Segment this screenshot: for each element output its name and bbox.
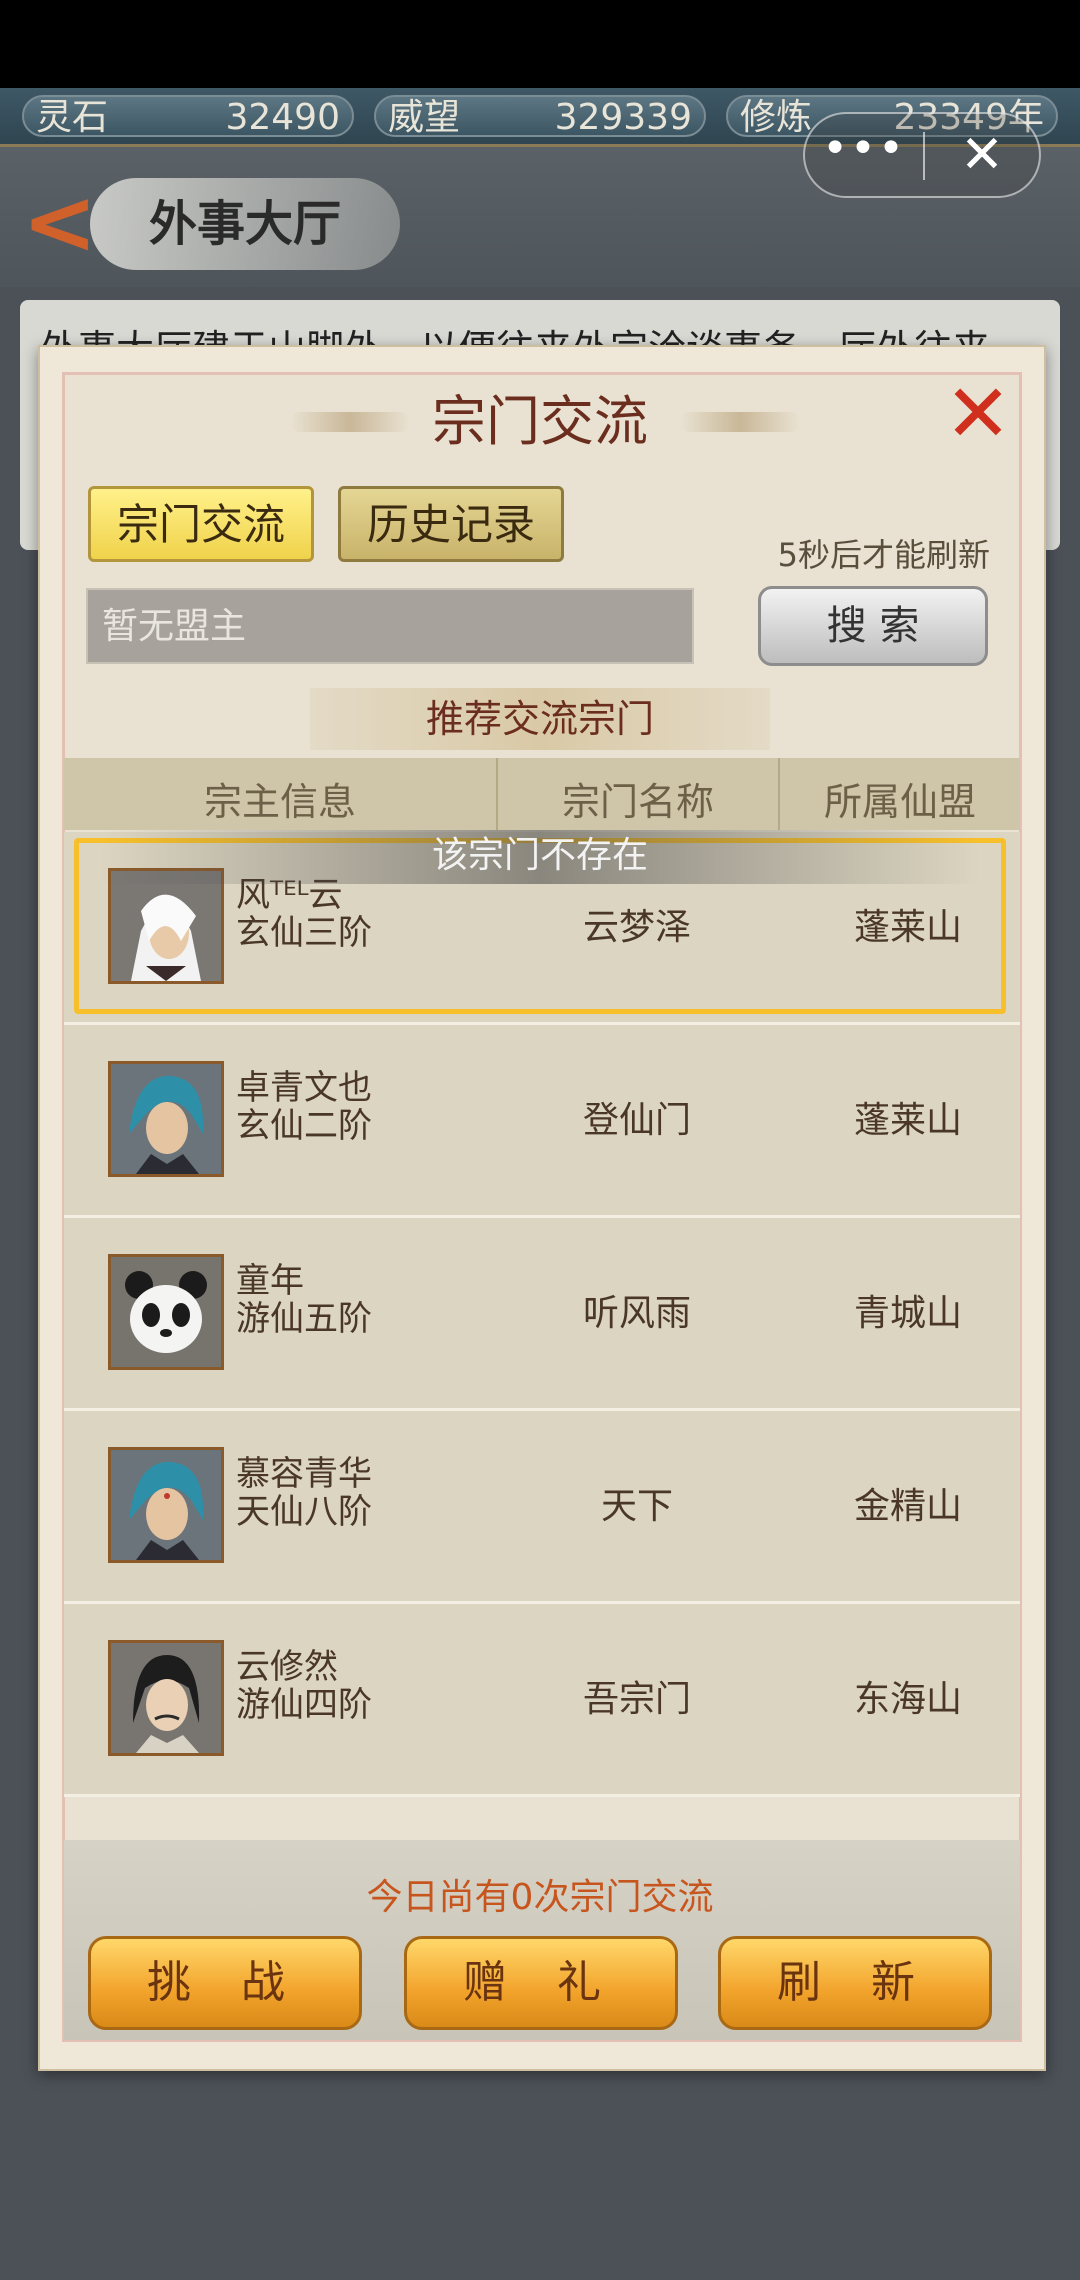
- sect-name: 听风雨: [582, 1293, 691, 1334]
- leader-name: 童年: [236, 1261, 304, 1301]
- leader-rank: 游仙四阶: [236, 1685, 372, 1725]
- sect-name: 天下: [600, 1486, 673, 1527]
- more-icon[interactable]: •••: [805, 114, 923, 196]
- leader-rank: 天仙八阶: [236, 1492, 372, 1532]
- blue-hair-avatar: [108, 1061, 224, 1177]
- dialog-close-icon[interactable]: ✕: [938, 374, 1018, 454]
- resource-prestige: 威望 329339: [374, 95, 706, 138]
- column-header-leader: 宗主信息: [203, 780, 356, 824]
- search-button[interactable]: 搜 索: [758, 586, 988, 666]
- refresh-button[interactable]: 刷 新: [718, 1936, 992, 2030]
- leader-name: 云修然: [236, 1647, 338, 1687]
- column-header-sect: 宗门名称: [561, 780, 714, 824]
- resource-label: 修炼: [740, 97, 813, 138]
- resource-value: 32490: [225, 97, 340, 138]
- leader-name: 卓青文也: [236, 1068, 372, 1108]
- dialog-title: 宗门交流: [432, 390, 648, 453]
- table-row[interactable]: 卓青文也 玄仙二阶 登仙门 蓬莱山: [64, 1025, 1020, 1218]
- resource-label: 威望: [388, 97, 461, 138]
- alliance-name: 蓬莱山: [853, 1100, 962, 1141]
- resource-value: 329339: [554, 97, 692, 138]
- daily-exchange-count: 今日尚有0次宗门交流: [366, 1877, 714, 1918]
- toast-message: 该宗门不存在: [100, 830, 980, 884]
- column-header-alliance: 所属仙盟: [823, 780, 976, 824]
- panda-avatar: [108, 1254, 224, 1370]
- alliance-name: 青城山: [853, 1293, 962, 1334]
- table-row[interactable]: 慕容青华 天仙八阶 天下 金精山: [64, 1411, 1020, 1604]
- alliance-name: 金精山: [853, 1486, 962, 1527]
- black-hair-avatar: [108, 1640, 224, 1756]
- sect-name: 吾宗门: [582, 1679, 691, 1720]
- sect-name: 登仙门: [582, 1100, 691, 1141]
- leader-rank: 游仙五阶: [236, 1299, 372, 1339]
- recommend-heading: 推荐交流宗门: [310, 688, 770, 750]
- resource-label: 灵石: [36, 97, 109, 138]
- leader-name: 慕容青华: [236, 1454, 372, 1494]
- alliance-name: 东海山: [853, 1679, 962, 1720]
- table-row[interactable]: 童年 游仙五阶 听风雨 青城山: [64, 1218, 1020, 1411]
- back-arrow-icon[interactable]: <: [22, 178, 97, 268]
- leader-rank: 玄仙二阶: [236, 1106, 372, 1146]
- challenge-button[interactable]: 挑 战: [88, 1936, 362, 2030]
- blue-hair-avatar: [108, 1447, 224, 1563]
- status-bar: [0, 0, 1080, 88]
- close-icon[interactable]: ✕: [925, 114, 1039, 196]
- resource-spirit-stone: 灵石 32490: [22, 95, 354, 138]
- refresh-hint: 5秒后才能刷新: [777, 536, 990, 574]
- table-row[interactable]: 云修然 游仙四阶 吾宗门 东海山: [64, 1604, 1020, 1797]
- tab-sect-exchange[interactable]: 宗门交流: [88, 486, 314, 562]
- miniprogram-capsule: ••• ✕: [803, 112, 1041, 198]
- search-input[interactable]: 暂无盟主: [86, 588, 694, 664]
- gift-button[interactable]: 赠 礼: [404, 1936, 678, 2030]
- tab-history[interactable]: 历史记录: [338, 486, 564, 562]
- hall-title: 外事大厅: [90, 178, 400, 270]
